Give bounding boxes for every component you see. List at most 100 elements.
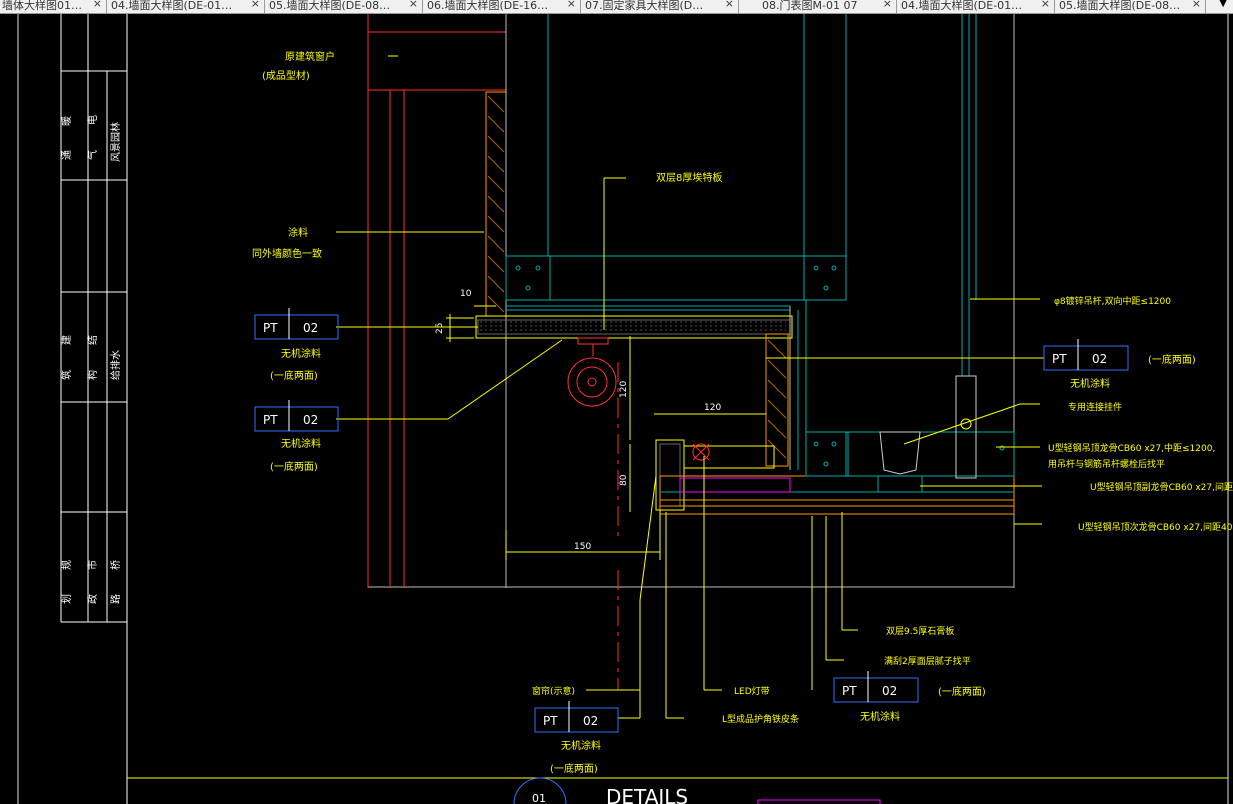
leader-lines [336,55,1044,719]
label-window-sub: (成品型材) [262,69,310,82]
tab-label: 墙体大样图01… [2,0,82,12]
tab-label: 06.墙面大样图(DE-16… [427,0,549,12]
label-keel-secondary: U型轻钢吊顶副龙骨CB60 x27,间距1200 [1090,481,1233,493]
close-icon[interactable]: × [251,0,260,10]
tab-label: 05.墙面大样图(DE-08… [269,0,391,12]
drawing-frame [127,14,1229,804]
table-cell: 结 [86,335,99,345]
dim-10: 10 [460,289,472,299]
label-led: LED灯带 [734,686,770,697]
dim-120-horizontal: 120 [704,403,721,413]
curtain-track [567,337,619,690]
tag-code: PT [842,684,857,698]
tab-6[interactable]: 04.墙面大样图(DE-01… × [898,0,1055,13]
title-block: 01 DETAILS [513,777,881,804]
close-icon[interactable]: × [409,0,418,10]
tag-number: 02 [583,714,598,728]
table-cell: 路 [109,594,122,604]
tab-1[interactable]: 04.墙面大样图(DE-01… × [108,0,265,13]
close-icon[interactable]: × [1192,0,1201,10]
pt-tag-1[interactable]: PT 02 无机涂料 (一底两面) [254,308,339,382]
label-keel-third: U型轻钢吊顶次龙骨CB60 x27,间距400 [1078,521,1233,533]
table-cell: 桥 [110,560,122,570]
close-icon[interactable]: × [883,0,892,10]
tab-2[interactable]: 05.墙面大样图(DE-08… × [266,0,423,13]
tag-code: PT [1052,352,1067,366]
table-cell: 给排水 [109,350,122,380]
label-putty: 满刮2厚面层腻子找平 [884,655,971,667]
label-rod: φ8镀锌吊杆,双向中距≤1200 [1054,295,1171,307]
table-cell: 气 [86,150,99,160]
table-cell: 筑 [60,370,73,380]
tag-note: (一底两面) [550,762,598,775]
label-corner: L型成品护角铁皮条 [722,713,799,725]
close-icon[interactable]: × [1041,0,1050,10]
dim-150: 150 [574,542,591,552]
tab-label: 08.门表图M-01 07 [762,0,858,12]
close-icon[interactable]: × [567,0,576,10]
table-cell: 划 [60,594,73,604]
pt-tag-2[interactable]: PT 02 无机涂料 (一底两面) [254,400,339,473]
pt-tag-3[interactable]: PT 02 无机涂料 (一底两面) [1043,339,1196,390]
close-icon[interactable]: × [725,0,734,10]
tag-number: 02 [303,321,318,335]
tag-note: (一底两面) [1148,353,1196,366]
dim-25: 25 [435,323,445,334]
table-cell: 构 [86,370,99,380]
label-paint-sub: 同外墙颜色一致 [252,247,322,260]
pt-tag-5[interactable]: PT 02 无机涂料 (一底两面) [534,701,619,775]
tag-material: 无机涂料 [860,710,900,723]
tag-code: PT [263,413,278,427]
tag-note: (一底两面) [270,369,318,382]
table-cell: 规 [60,560,73,570]
tab-0[interactable]: 墙体大样图01… × [0,0,107,13]
tag-number: 02 [303,413,318,427]
tag-material: 无机涂料 [561,739,601,752]
label-gypsum-top: 双层8厚埃特板 [656,171,722,184]
tab-5[interactable]: 08.门表图M-01 07 × [740,0,897,13]
tab-label: 04.墙面大样图(DE-01… [901,0,1023,12]
label-gypsum-bottom: 双层9.5厚石膏板 [886,625,954,637]
table-cell: 风景园林 [109,122,122,162]
table-cell: 暖 [60,116,73,126]
tab-bar: 墙体大样图01… × 04.墙面大样图(DE-01… × 05.墙面大样图(DE-0… [0,0,1233,14]
dim-120-vertical: 120 [619,381,629,398]
table-cell: 市 [86,560,99,570]
tag-note: (一底两面) [270,460,318,473]
cad-canvas[interactable]: 暖 通 电 气 风景园林 建 筑 结 构 给排水 规 划 市 政 桥 路 10 … [0,14,1233,804]
label-window: 原建筑窗户 [285,50,335,63]
tag-code: PT [543,714,558,728]
scroll-down-icon[interactable]: ▼ [1219,0,1227,9]
window-frame [367,14,507,588]
tag-number: 02 [1092,352,1107,366]
tab-label: 05.墙面大样图(DE-08… [1059,0,1179,12]
tag-code: PT [263,321,278,335]
label-keel-main-sub: 用吊杆与钢筋吊杆螺栓后找平 [1048,458,1165,470]
left-table-text: 暖 通 电 气 风景园林 建 筑 结 构 给排水 规 划 市 政 桥 路 [60,115,122,604]
close-icon[interactable]: × [93,0,102,10]
tab-4[interactable]: 07.固定家具大样图(D… × [582,0,739,13]
tag-note: (一底两面) [938,685,986,698]
table-cell: 政 [86,594,99,604]
label-curtain: 窗帘(示意) [532,685,575,697]
tag-number: 02 [882,684,897,698]
wall-section [485,14,847,588]
tag-material: 无机涂料 [1070,377,1110,390]
detail-number: 01 [532,792,546,804]
table-cell: 通 [61,150,73,160]
dim-80: 80 [619,474,629,486]
table-cell: 电 [86,115,99,125]
label-paint: 涂料 [288,226,308,239]
tag-material: 无机涂料 [281,437,321,450]
pt-tag-4[interactable]: PT 02 无机涂料 (一底两面) [833,671,986,723]
tab-label: 07.固定家具大样图(D… [585,0,704,12]
detail-title: DETAILS [606,785,688,804]
label-hanger: 专用连接挂件 [1068,401,1122,413]
tab-label: 04.墙面大样图(DE-01… [111,0,233,12]
tag-material: 无机涂料 [281,347,321,360]
table-cell: 建 [60,335,73,345]
label-keel-main: U型轻钢吊顶龙骨CB60 x27,中距≤1200, [1048,442,1215,454]
ceiling-structure [475,14,1015,515]
tab-3[interactable]: 06.墙面大样图(DE-16… × [424,0,581,13]
tab-7[interactable]: 05.墙面大样图(DE-08… × [1056,0,1206,13]
